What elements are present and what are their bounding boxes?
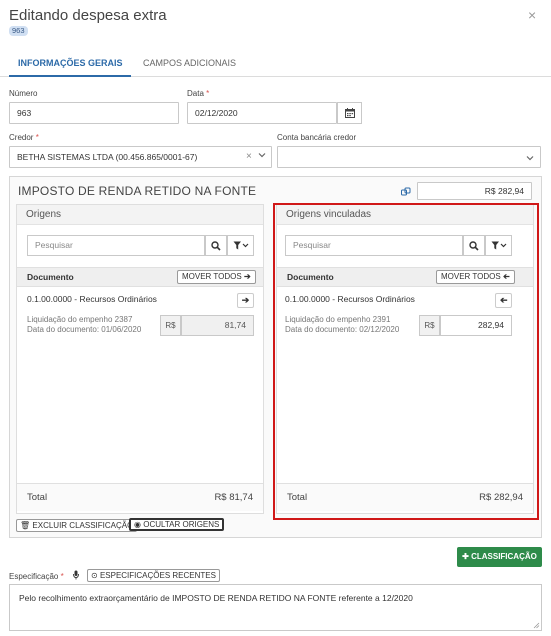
origem-item-meta1: Liquidação do empenho 2387 bbox=[27, 315, 133, 324]
microphone-icon[interactable] bbox=[73, 570, 79, 580]
conta-select[interactable] bbox=[277, 146, 541, 168]
origem-item-meta2: Data do documento: 01/06/2020 bbox=[27, 325, 142, 334]
currency-addon: R$ bbox=[160, 315, 181, 336]
origens-search-input[interactable]: Pesquisar bbox=[27, 235, 205, 256]
ocultar-origens-button[interactable]: ◉ OCULTAR ORIGENS bbox=[129, 518, 225, 531]
credor-label: Credor * bbox=[9, 133, 39, 142]
total-label: Total bbox=[27, 492, 48, 503]
active-tab-indicator bbox=[9, 75, 131, 77]
numero-input[interactable]: 963 bbox=[9, 102, 179, 124]
numero-label: Número bbox=[9, 89, 38, 98]
classificacao-valor[interactable]: R$ 282,94 bbox=[417, 182, 532, 200]
data-label: Data * bbox=[187, 89, 210, 98]
excluir-classificacao-button[interactable]: 🗑 EXCLUIR CLASSIFICAÇÃO bbox=[16, 519, 138, 532]
move-all-right-button[interactable]: MOVER TODOS ➔ bbox=[177, 270, 256, 284]
origem-item-value: 81,74 bbox=[181, 315, 254, 336]
search-icon[interactable] bbox=[205, 235, 227, 256]
classificacao-title: IMPOSTO DE RENDA RETIDO NA FONTE bbox=[18, 184, 257, 198]
resize-handle-icon[interactable] bbox=[533, 622, 540, 629]
tab-bar: INFORMAÇÕES GERAIS CAMPOS ADICIONAIS bbox=[0, 49, 551, 77]
documento-col-label: Documento bbox=[27, 272, 74, 282]
filter-icon[interactable] bbox=[227, 235, 254, 256]
link-icon[interactable] bbox=[401, 187, 411, 197]
calendar-icon[interactable] bbox=[337, 102, 362, 124]
especificacao-textarea[interactable]: Pelo recolhimento extraorçamentário de I… bbox=[9, 584, 542, 631]
especificacao-label: Especificação * bbox=[9, 572, 64, 581]
especificacoes-recentes-button[interactable]: ⊙ ESPECIFICAÇÕES RECENTES bbox=[87, 569, 220, 582]
credor-select[interactable]: BETHA SISTEMAS LTDA (00.456.865/0001-67) bbox=[9, 146, 272, 168]
modal-title: Editando despesa extra bbox=[9, 7, 167, 24]
move-right-icon[interactable]: ➔ bbox=[237, 293, 254, 308]
origem-item-name: 0.1.00.0000 - Recursos Ordinários bbox=[27, 294, 157, 304]
required-mark: * bbox=[206, 89, 210, 98]
conta-label: Conta bancária credor bbox=[277, 133, 357, 142]
origens-title: Origens bbox=[17, 205, 263, 225]
credor-value: BETHA SISTEMAS LTDA (00.456.865/0001-67) bbox=[17, 152, 198, 162]
clock-icon: ⊙ bbox=[91, 571, 98, 580]
plus-icon: ✚ bbox=[462, 552, 469, 561]
record-badge: 963 bbox=[9, 26, 28, 36]
highlight-box bbox=[273, 203, 539, 520]
tab-informacoes-gerais[interactable]: INFORMAÇÕES GERAIS bbox=[18, 58, 123, 68]
required-mark: * bbox=[60, 572, 64, 581]
required-mark: * bbox=[35, 133, 39, 142]
chevron-down-icon[interactable] bbox=[526, 154, 534, 162]
eye-icon: ◉ bbox=[134, 520, 141, 529]
chevron-down-icon[interactable] bbox=[258, 151, 266, 159]
tab-campos-adicionais[interactable]: CAMPOS ADICIONAIS bbox=[143, 58, 236, 68]
trash-icon: 🗑 bbox=[20, 521, 31, 530]
origens-total-row: Total R$ 81,74 bbox=[17, 483, 263, 511]
clear-icon[interactable]: × bbox=[246, 151, 252, 162]
origens-total-value: R$ 81,74 bbox=[214, 492, 253, 503]
especificacao-text: Pelo recolhimento extraorçamentário de I… bbox=[19, 593, 413, 603]
add-classificacao-button[interactable]: ✚ CLASSIFICAÇÃO bbox=[457, 547, 542, 567]
data-input[interactable]: 02/12/2020 bbox=[187, 102, 337, 124]
close-icon[interactable]: × bbox=[528, 7, 536, 23]
